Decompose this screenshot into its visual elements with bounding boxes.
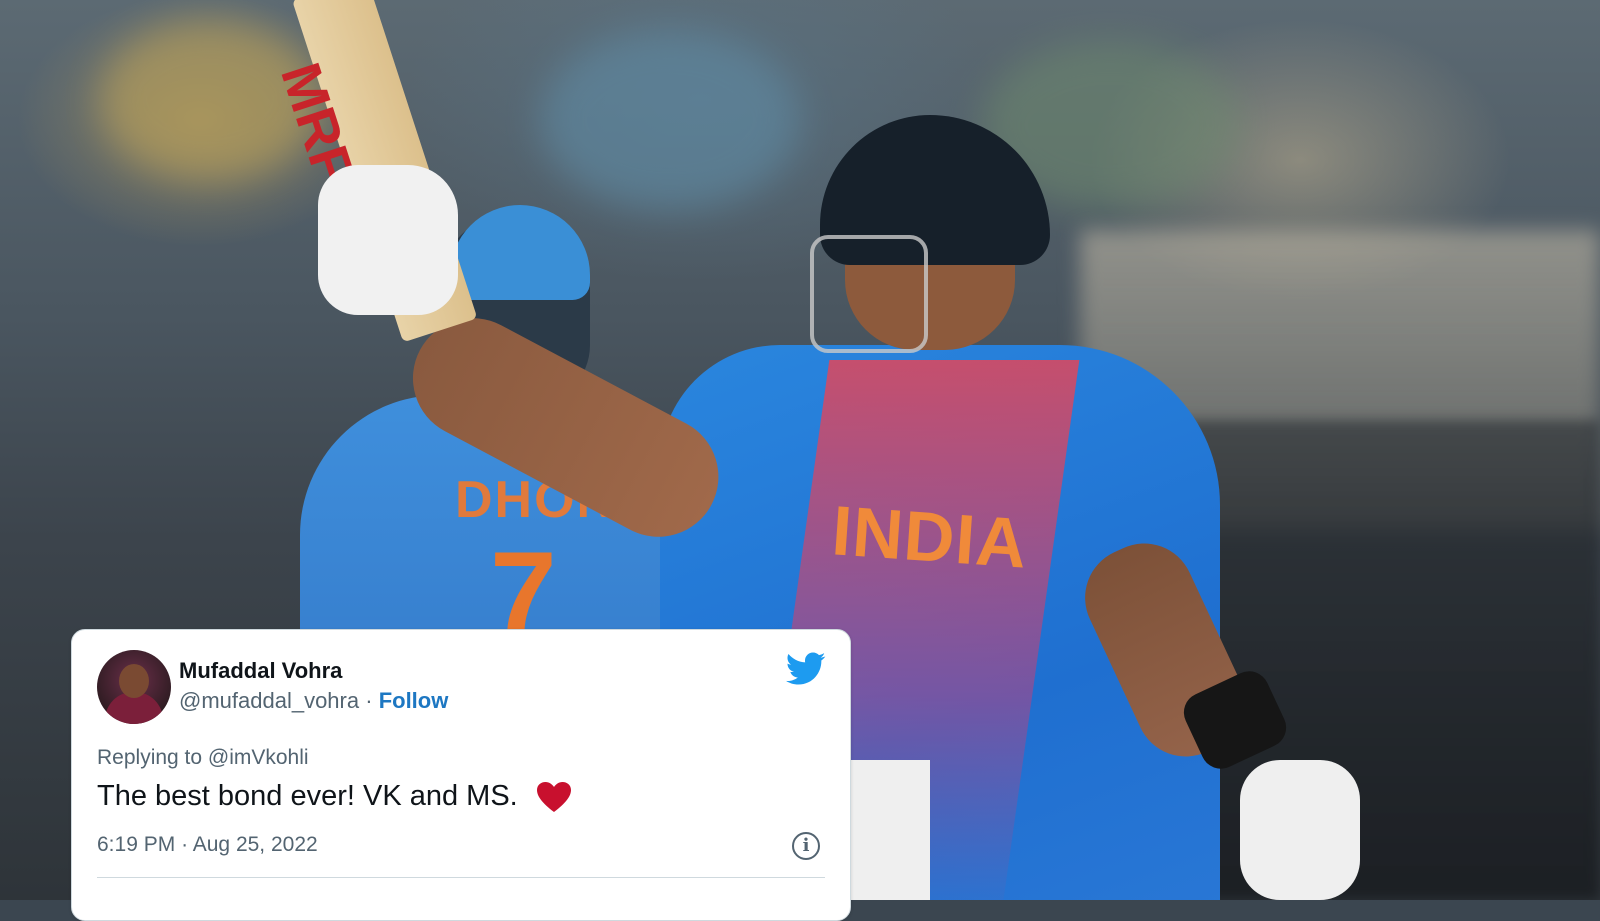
separator-dot: · <box>365 688 373 713</box>
crowd-blur <box>540 30 800 210</box>
red-heart-icon <box>536 782 571 813</box>
author-handle[interactable]: @mufaddal_vohra <box>179 688 359 713</box>
dhoni-cap <box>450 205 590 300</box>
tweet-card: Mufaddal Vohra @mufaddal_vohra · Follow … <box>71 629 851 921</box>
avatar-face <box>119 664 149 698</box>
white-pad <box>850 760 930 900</box>
tweet-text: The best bond ever! VK and MS. <box>97 780 518 812</box>
twitter-bird-icon[interactable] <box>786 652 826 686</box>
jersey-front-text: INDIA <box>829 491 1031 583</box>
timestamp-row[interactable]: 6:19 PM · Aug 25, 2022 <box>97 833 318 857</box>
divider <box>97 877 825 878</box>
follow-button[interactable]: Follow <box>379 688 449 713</box>
meta-separator: · <box>181 833 189 856</box>
batting-glove <box>318 165 458 315</box>
info-icon[interactable]: i <box>792 832 820 860</box>
tweet-text-row: The best bond ever! VK and MS. <box>97 780 572 813</box>
handle-row: @mufaddal_vohra · Follow <box>179 688 448 714</box>
replying-to[interactable]: Replying to @imVkohli <box>97 746 309 770</box>
avatar[interactable] <box>97 650 171 724</box>
author-name[interactable]: Mufaddal Vohra <box>179 658 342 684</box>
helmet-grille <box>810 235 928 353</box>
batting-glove <box>1240 760 1360 900</box>
tweet-date: Aug 25, 2022 <box>192 833 318 856</box>
tweet-time: 6:19 PM <box>97 833 176 856</box>
